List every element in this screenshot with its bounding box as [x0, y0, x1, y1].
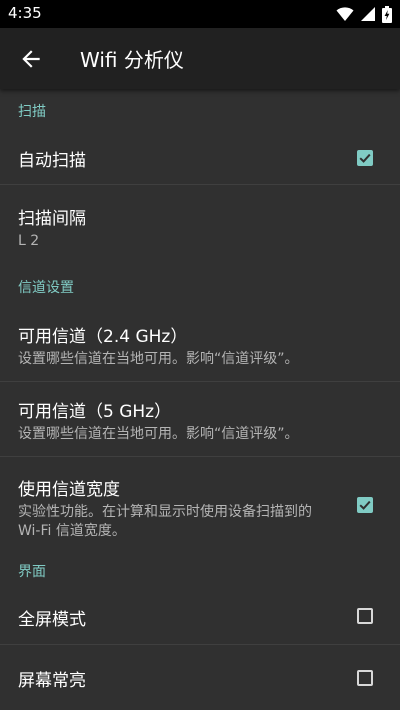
- status-bar: 4:35: [0, 0, 400, 28]
- status-icons: [336, 5, 392, 23]
- settings-list: 扫描 自动扫描 扫描间隔 L 2 信道设置 可用信道（2.4 GHz） 设置哪些…: [0, 89, 400, 705]
- channel-width-preference[interactable]: 使用信道宽度 实验性功能。在计算和显示时使用设备扫描到的 Wi-Fi 信道宽度。: [0, 457, 400, 553]
- channel-width-title: 使用信道宽度: [18, 480, 120, 500]
- channel-width-summary: 实验性功能。在计算和显示时使用设备扫描到的 Wi-Fi 信道宽度。: [18, 504, 312, 539]
- section-header-scan: 扫描: [18, 104, 46, 120]
- wifi-icon: [336, 7, 354, 21]
- battery-charging-icon: [382, 5, 392, 23]
- app-bar: Wifi 分析仪: [0, 28, 400, 89]
- section-header-ui: 界面: [18, 564, 46, 580]
- channels-24ghz-summary: 设置哪些信道在当地可用。影响“信道评级”。: [18, 351, 299, 367]
- signal-icon: [361, 7, 375, 21]
- screen-on-checkbox[interactable]: [357, 670, 373, 686]
- screen-on-title: 屏幕常亮: [18, 671, 86, 691]
- fullscreen-title: 全屏模式: [18, 610, 86, 630]
- channels-5ghz-title: 可用信道（5 GHz）: [18, 402, 172, 422]
- arrow-back-icon[interactable]: [18, 46, 44, 72]
- scan-interval-value: L 2: [18, 233, 40, 249]
- scan-interval-title: 扫描间隔: [18, 209, 86, 229]
- auto-scan-title: 自动扫描: [18, 151, 86, 171]
- fullscreen-checkbox[interactable]: [357, 608, 373, 624]
- screen-on-preference[interactable]: 屏幕常亮: [0, 645, 400, 705]
- channel-width-checkbox[interactable]: [357, 497, 373, 513]
- channels-5ghz-summary: 设置哪些信道在当地可用。影响“信道评级”。: [18, 426, 299, 442]
- check-icon: [359, 500, 371, 510]
- auto-scan-preference[interactable]: 自动扫描: [0, 133, 400, 185]
- page-title: Wifi 分析仪: [80, 48, 184, 72]
- scan-interval-preference[interactable]: 扫描间隔 L 2: [0, 185, 400, 261]
- channels-5ghz-preference[interactable]: 可用信道（5 GHz） 设置哪些信道在当地可用。影响“信道评级”。: [0, 382, 400, 457]
- channels-24ghz-title: 可用信道（2.4 GHz）: [18, 327, 188, 347]
- auto-scan-checkbox[interactable]: [357, 150, 373, 166]
- channels-24ghz-preference[interactable]: 可用信道（2.4 GHz） 设置哪些信道在当地可用。影响“信道评级”。: [0, 307, 400, 382]
- fullscreen-preference[interactable]: 全屏模式: [0, 585, 400, 645]
- check-icon: [359, 153, 371, 163]
- section-header-channel: 信道设置: [18, 280, 74, 296]
- status-time: 4:35: [8, 4, 42, 22]
